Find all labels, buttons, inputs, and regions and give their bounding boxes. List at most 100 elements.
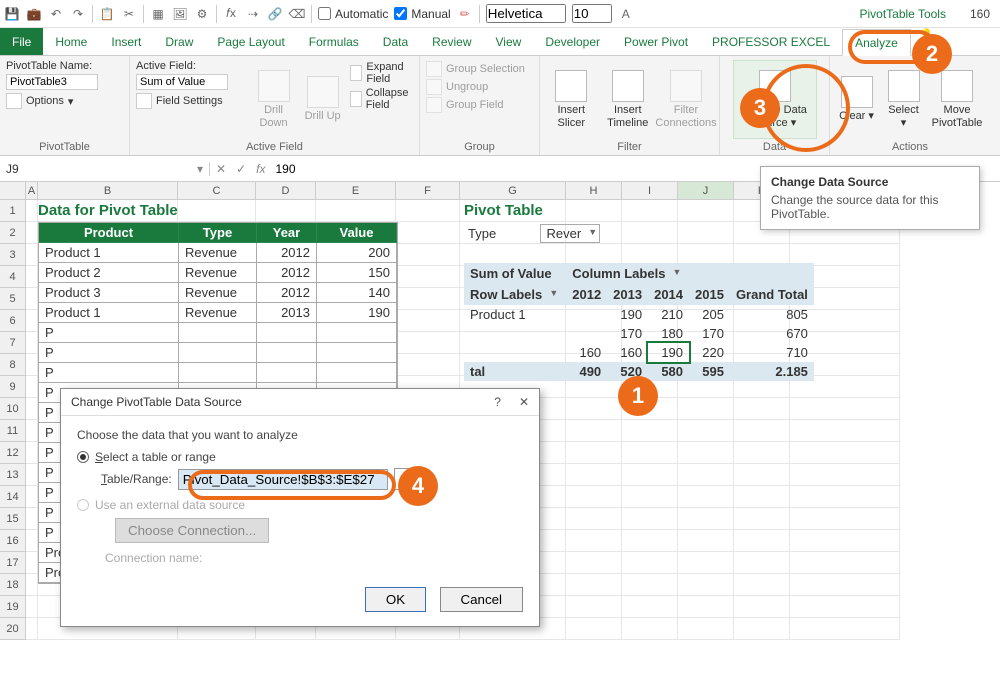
cell[interactable] [678, 486, 734, 508]
cancel-icon[interactable]: ✕ [216, 162, 226, 176]
function-icon[interactable]: 𝑓x [223, 6, 239, 22]
cell[interactable] [566, 398, 622, 420]
cell[interactable] [566, 618, 622, 640]
cell[interactable] [790, 574, 900, 596]
fx-icon[interactable]: fx [256, 162, 265, 176]
cell[interactable] [26, 200, 38, 222]
insert-slicer-button[interactable]: Insert Slicer [546, 60, 597, 139]
tab-draw[interactable]: Draw [153, 28, 205, 55]
close-icon[interactable]: ✕ [519, 395, 529, 409]
cell[interactable] [178, 200, 256, 222]
tab-insert[interactable]: Insert [99, 28, 153, 55]
cell[interactable] [26, 398, 38, 420]
tab-view[interactable]: View [484, 28, 534, 55]
row-header[interactable]: 4 [0, 266, 26, 288]
cell[interactable] [566, 200, 622, 222]
cell[interactable] [26, 244, 38, 266]
cell[interactable] [26, 552, 38, 574]
cell[interactable] [790, 552, 900, 574]
cell[interactable] [678, 508, 734, 530]
row-header[interactable]: 12 [0, 442, 26, 464]
cell[interactable] [26, 376, 38, 398]
row-header[interactable]: 7 [0, 332, 26, 354]
tab-developer[interactable]: Developer [533, 28, 612, 55]
cell[interactable] [790, 464, 900, 486]
cell[interactable] [734, 508, 790, 530]
cell[interactable] [734, 464, 790, 486]
cell[interactable] [396, 266, 460, 288]
font-color-icon[interactable]: A [618, 6, 634, 22]
cell[interactable] [678, 442, 734, 464]
row-header[interactable]: 17 [0, 552, 26, 574]
cell[interactable] [26, 618, 38, 640]
row-header[interactable]: 14 [0, 486, 26, 508]
cell[interactable] [26, 486, 38, 508]
select-button[interactable]: Select ▾ [883, 60, 924, 139]
cell[interactable] [678, 464, 734, 486]
cell[interactable] [622, 442, 678, 464]
cell[interactable] [26, 596, 38, 618]
tab-data[interactable]: Data [371, 28, 420, 55]
field-settings-button[interactable]: Field Settings [136, 92, 246, 110]
cell[interactable] [316, 200, 396, 222]
help-icon[interactable]: ? [494, 395, 501, 409]
active-field-input[interactable] [136, 74, 228, 90]
cell[interactable] [26, 420, 38, 442]
cell[interactable] [678, 420, 734, 442]
cell[interactable] [734, 398, 790, 420]
tab-review[interactable]: Review [420, 28, 483, 55]
row-header[interactable]: 15 [0, 508, 26, 530]
row-header[interactable]: 8 [0, 354, 26, 376]
paste-icon[interactable]: 📋 [99, 6, 115, 22]
cell[interactable] [26, 222, 38, 244]
select-range-radio[interactable]: SSelect a table or rangeelect a table or… [77, 450, 523, 464]
link-icon[interactable]: 🔗 [267, 6, 283, 22]
cell[interactable] [566, 530, 622, 552]
cell[interactable] [790, 486, 900, 508]
cell[interactable] [622, 200, 678, 222]
cell[interactable] [734, 552, 790, 574]
cell[interactable] [256, 200, 316, 222]
cell[interactable] [396, 244, 460, 266]
tab-professor-excel[interactable]: PROFESSOR EXCEL [700, 28, 842, 55]
col-header[interactable]: I [622, 182, 678, 200]
tab-formulas[interactable]: Formulas [297, 28, 371, 55]
picture-icon[interactable]: 🖼 [172, 6, 188, 22]
insert-timeline-button[interactable]: Insert Timeline [603, 60, 654, 139]
cell[interactable] [734, 618, 790, 640]
cell[interactable] [622, 420, 678, 442]
briefcase-icon[interactable]: 💼 [26, 6, 42, 22]
row-header[interactable]: 16 [0, 530, 26, 552]
cell[interactable] [396, 332, 460, 354]
cell[interactable] [678, 200, 734, 222]
row-header[interactable]: 6 [0, 310, 26, 332]
cell[interactable] [734, 486, 790, 508]
cell[interactable] [734, 420, 790, 442]
cell[interactable] [734, 574, 790, 596]
tab-page-layout[interactable]: Page Layout [205, 28, 296, 55]
pt-name-input[interactable] [6, 74, 98, 90]
row-header[interactable]: 11 [0, 420, 26, 442]
cell[interactable] [622, 618, 678, 640]
cell[interactable] [734, 442, 790, 464]
cell[interactable] [26, 442, 38, 464]
cell[interactable] [566, 464, 622, 486]
filter-dropdown[interactable]: Rever [540, 224, 601, 243]
cell[interactable] [622, 574, 678, 596]
cell[interactable] [678, 398, 734, 420]
font-select[interactable] [486, 4, 566, 23]
cell[interactable] [790, 530, 900, 552]
eraser-icon[interactable]: ✏ [457, 6, 473, 22]
row-header[interactable]: 2 [0, 222, 26, 244]
cell[interactable] [26, 354, 38, 376]
row-header[interactable]: 5 [0, 288, 26, 310]
cell[interactable] [622, 464, 678, 486]
cell[interactable] [26, 288, 38, 310]
cell[interactable] [26, 464, 38, 486]
cell[interactable] [622, 596, 678, 618]
row-labels-dropdown[interactable]: Row Labels [470, 286, 560, 303]
cell[interactable] [678, 596, 734, 618]
col-header[interactable]: D [256, 182, 316, 200]
cell[interactable] [396, 222, 460, 244]
active-cell[interactable]: 190 [648, 343, 689, 362]
